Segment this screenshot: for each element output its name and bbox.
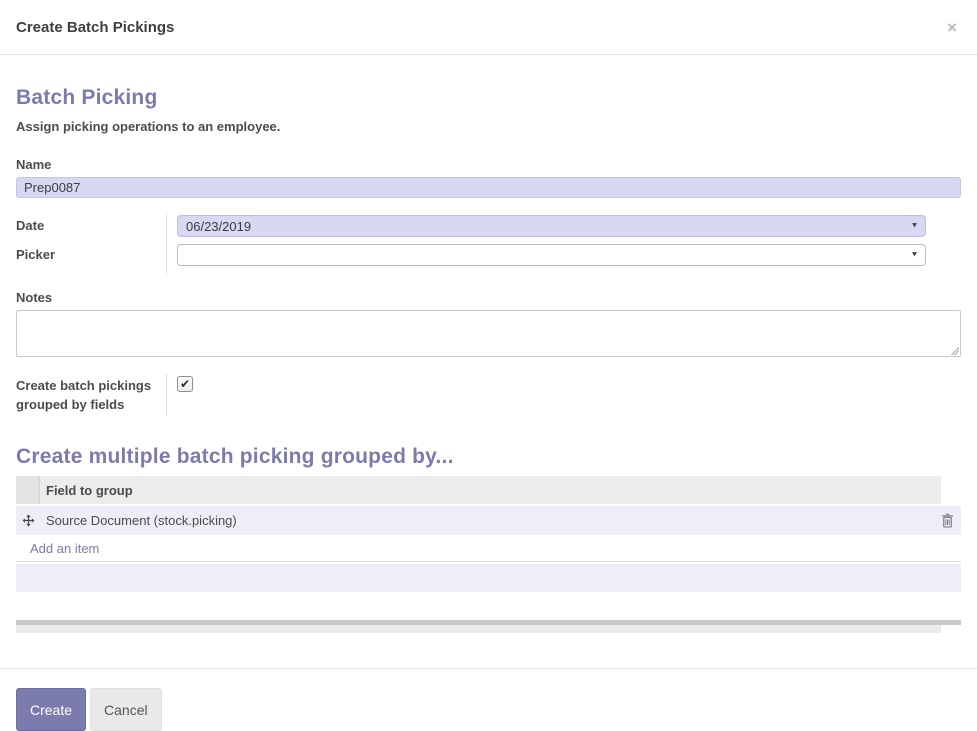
table-header-row: Field to group [16, 476, 961, 504]
grouped-checkbox-row: Create batch pickings grouped by fields … [16, 374, 961, 416]
picker-select[interactable]: ▾ [177, 244, 926, 266]
date-select[interactable]: 06/23/2019 ▾ [177, 215, 926, 237]
dialog-footer: Create Cancel [0, 668, 977, 731]
scrollbar-track [16, 625, 941, 633]
dialog-header: Create Batch Pickings × [0, 0, 977, 55]
date-label: Date [16, 218, 45, 233]
caret-down-icon: ▾ [911, 220, 917, 231]
delete-column-header [941, 476, 961, 504]
name-input[interactable] [16, 177, 961, 198]
notes-textarea[interactable] [16, 310, 961, 357]
handle-column-header [16, 476, 40, 504]
create-button[interactable]: Create [16, 688, 87, 731]
empty-row [16, 564, 961, 592]
date-value: 06/23/2019 [186, 218, 252, 234]
groupby-table: Field to group Source Document (stock.pi… [16, 476, 961, 592]
date-picker-group: Date 06/23/2019 ▾ Picker ▾ [16, 215, 961, 273]
form-heading: Batch Picking [16, 86, 158, 109]
add-item-row: Add an item [16, 535, 961, 562]
dialog-title: Create Batch Pickings [16, 18, 175, 36]
drag-handle-icon[interactable] [21, 514, 35, 527]
name-label: Name [16, 157, 52, 172]
notes-label: Notes [16, 290, 53, 305]
picker-label: Picker [16, 247, 56, 262]
cancel-button[interactable]: Cancel [90, 688, 162, 731]
form-subtitle: Assign picking operations to an employee… [16, 119, 281, 134]
checkmark-icon: ✔ [179, 377, 191, 391]
table-cell-field: Source Document (stock.picking) [46, 513, 237, 528]
caret-down-icon: ▾ [911, 249, 917, 260]
dialog-body: Batch Picking Assign picking operations … [0, 86, 977, 633]
add-an-item-link[interactable]: Add an item [16, 541, 99, 556]
grouped-checkbox-label: Create batch pickings grouped by fields [16, 378, 152, 412]
horizontal-scrollbar[interactable] [16, 620, 961, 633]
groupby-heading: Create multiple batch picking grouped by… [16, 445, 454, 468]
trash-icon[interactable] [941, 513, 954, 528]
field-to-group-header: Field to group [40, 476, 941, 504]
table-row[interactable]: Source Document (stock.picking) [16, 506, 961, 535]
close-icon[interactable]: × [943, 17, 961, 38]
grouped-checkbox[interactable]: ✔ [177, 376, 193, 392]
